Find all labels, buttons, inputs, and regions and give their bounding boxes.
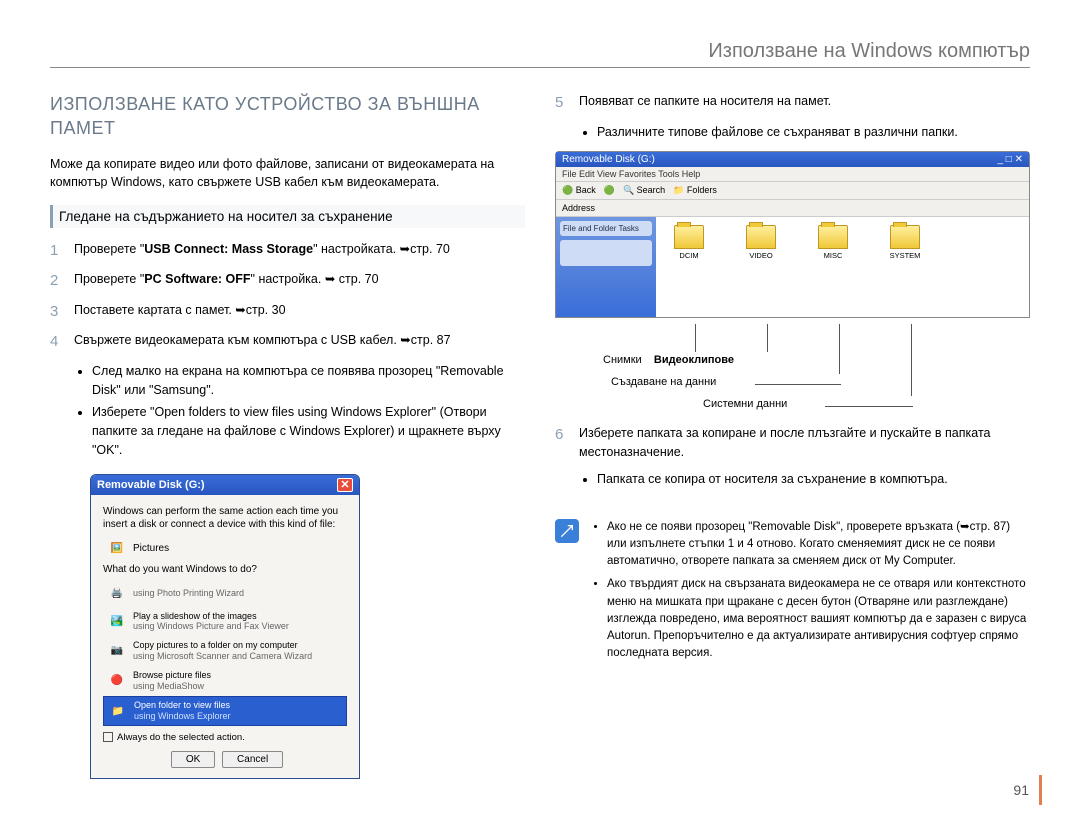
option-text: using Photo Printing Wizard [133,588,244,599]
folder-icon: 📁 [108,702,128,720]
text-bold: USB Connect: Mass Storage [144,242,313,256]
option-slideshow[interactable]: 🏞️ Play a slideshow of the imagesusing W… [103,608,347,636]
folder-label: MISC [824,251,843,260]
callout-photos: Снимки [603,354,642,366]
text: Проверете " [74,242,144,256]
explorer-window: Removable Disk (G:) _ □ ✕ File Edit View… [555,151,1030,318]
step-num: 3 [50,301,64,324]
note-item: Ако не се появи прозорец "Removable Disk… [607,519,1030,571]
step-num: 1 [50,240,64,263]
section-title: ИЗПОЛЗВАНЕ КАТО УСТРОЙСТВО ЗА ВЪНШНА ПАМ… [50,92,525,141]
option-text: Play a slideshow of the images [133,611,257,621]
option-subtext: using MediaShow [133,681,204,691]
step-num: 2 [50,270,64,293]
removable-disk-dialog: Removable Disk (G:) ✕ Windows can perfor… [90,474,360,779]
camera-icon: 📷 [107,642,127,660]
dialog-question: What do you want Windows to do? [103,563,347,576]
option-copy[interactable]: 📷 Copy pictures to a folder on my comput… [103,637,347,665]
option-browse[interactable]: 🔴 Browse picture filesusing MediaShow [103,667,347,695]
note-icon [555,519,579,543]
folder-icon [890,225,920,249]
text: Изберете папката за копиране и после плъ… [579,424,1030,462]
folder-icon [746,225,776,249]
folder-icon [674,225,704,249]
bullet: След малко на екрана на компютъра се поя… [92,362,525,400]
option-subtext: using Windows Picture and Fax Viewer [133,621,289,631]
text: Появяват се папките на носителя на памет… [579,92,831,115]
folder-label: DCIM [679,251,698,260]
text-bold: PC Software: OFF [144,272,250,286]
explorer-title: Removable Disk (G:) [562,154,655,165]
option-text: Open folder to view files [134,700,230,710]
bullet: Различните типове файлове се съхраняват … [597,123,1030,142]
file-type-label: Pictures [133,543,169,554]
step-5: 5 Появяват се папките на носителя на пам… [555,92,1030,115]
search-button[interactable]: 🔍 Search [623,185,665,196]
option-print[interactable]: 🖨️ using Photo Printing Wizard [103,582,347,606]
side-panel-title: File and Folder Tasks [560,221,652,236]
folder-misc[interactable]: MISC [808,225,858,309]
intro-text: Може да копирате видео или фото файлове,… [50,155,525,191]
bullet: Изберете "Open folders to view files usi… [92,403,525,459]
bullet: Папката се копира от носителя за съхране… [597,470,1030,489]
text: " настройка. ➥ стр. 70 [251,272,379,286]
text: Проверете " [74,272,144,286]
folder-dcim[interactable]: DCIM [664,225,714,309]
note-item: Ако твърдият диск на свързаната видеокам… [607,576,1030,662]
close-icon[interactable]: ✕ [337,478,353,492]
option-open-folder-selected[interactable]: 📁 Open folder to view filesusing Windows… [103,696,347,726]
callout-videos: Видеоклипове [654,354,734,366]
subsection-title: Гледане на съдържанието на носител за съ… [50,205,525,228]
address-label: Address [562,203,595,213]
option-subtext: using Microsoft Scanner and Camera Wizar… [133,651,312,661]
step-num: 4 [50,331,64,354]
step-num: 6 [555,424,569,462]
printer-icon: 🖨️ [107,585,127,603]
cancel-button[interactable]: Cancel [222,751,283,768]
media-icon: 🔴 [107,672,127,690]
side-panel-item [560,240,652,266]
folder-icon [818,225,848,249]
callout-data-create: Създаване на данни [611,376,716,388]
step-6: 6 Изберете папката за копиране и после п… [555,424,1030,462]
forward-button[interactable]: 🟢 [604,185,615,196]
step-4: 4 Свържете видеокамерата към компютъра с… [50,331,525,354]
back-button[interactable]: 🟢 Back [562,185,596,196]
step-1: 1 Проверете "USB Connect: Mass Storage" … [50,240,525,263]
dialog-title: Removable Disk (G:) [97,479,205,491]
option-subtext: using Windows Explorer [134,711,231,721]
callout-sys-data: Системни данни [703,398,787,410]
window-controls[interactable]: _ □ ✕ [997,154,1023,165]
ok-button[interactable]: OK [171,751,215,768]
pictures-icon: 🖼️ [107,540,127,558]
option-text: Browse picture files [133,670,211,680]
folder-video[interactable]: VIDEO [736,225,786,309]
option-text: Copy pictures to a folder on my computer [133,640,298,650]
dialog-message: Windows can perform the same action each… [103,505,347,531]
text: Свържете видеокамерата към компютъра с U… [74,331,451,354]
step-3: 3 Поставете картата с памет. ➥стр. 30 [50,301,525,324]
page-number: 91 [1013,775,1042,805]
step-2: 2 Проверете "PC Software: OFF" настройка… [50,270,525,293]
explorer-menu[interactable]: File Edit View Favorites Tools Help [556,167,1029,182]
folder-label: SYSTEM [890,251,921,260]
folder-system[interactable]: SYSTEM [880,225,930,309]
text: " настройката. ➥стр. 70 [313,242,450,256]
text: Поставете картата с памет. ➥стр. 30 [74,301,286,324]
checkbox[interactable] [103,732,113,742]
step-num: 5 [555,92,569,115]
folders-button[interactable]: 📁 Folders [673,185,717,196]
page-header: Използване на Windows компютър [50,40,1030,67]
folder-label: VIDEO [749,251,772,260]
image-icon: 🏞️ [107,612,127,630]
checkbox-label: Always do the selected action. [117,732,245,743]
